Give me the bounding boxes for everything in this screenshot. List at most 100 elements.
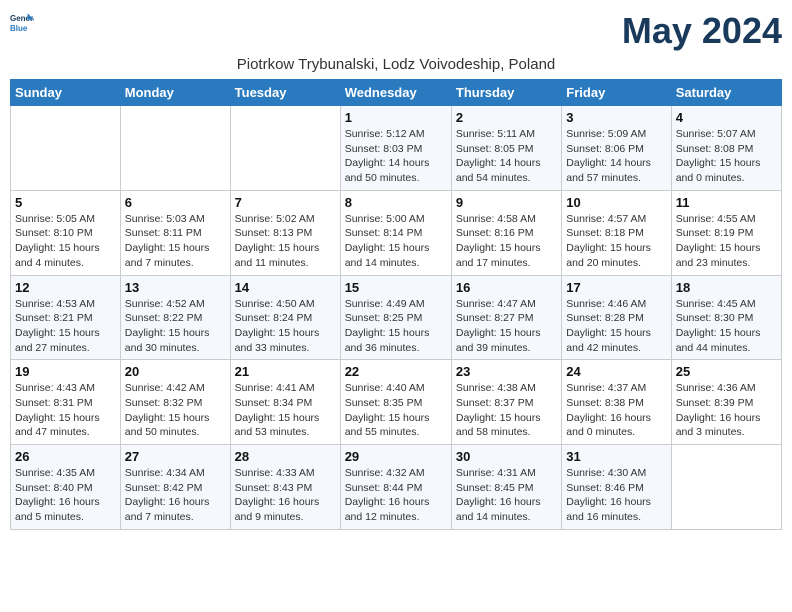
- day-number: 28: [235, 449, 336, 464]
- calendar-cell: 14Sunrise: 4:50 AM Sunset: 8:24 PM Dayli…: [230, 275, 340, 360]
- day-number: 25: [676, 364, 777, 379]
- calendar-cell: 2Sunrise: 5:11 AM Sunset: 8:05 PM Daylig…: [451, 106, 561, 191]
- day-number: 24: [566, 364, 666, 379]
- day-number: 17: [566, 280, 666, 295]
- weekday-header: Wednesday: [340, 80, 451, 106]
- day-info: Sunrise: 5:11 AM Sunset: 8:05 PM Dayligh…: [456, 127, 557, 186]
- day-info: Sunrise: 4:34 AM Sunset: 8:42 PM Dayligh…: [125, 466, 226, 525]
- calendar-cell: 7 Sunrise: 5:02 AM Sunset: 8:13 PM Daylig…: [230, 190, 340, 275]
- day-info: Sunrise: 4:33 AM Sunset: 8:43 PM Dayligh…: [235, 466, 336, 525]
- calendar-cell: 8Sunrise: 5:00 AM Sunset: 8:14 PM Daylig…: [340, 190, 451, 275]
- calendar-week-row: 12 Sunrise: 4:53 AM Sunset: 8:21 PM Dayli…: [11, 275, 782, 360]
- calendar-cell: 10 Sunrise: 4:57 AM Sunset: 8:18 PM Dayli…: [562, 190, 671, 275]
- day-info: Sunrise: 4:42 AM Sunset: 8:32 PM Dayligh…: [125, 381, 226, 440]
- weekday-header: Saturday: [671, 80, 781, 106]
- day-number: 20: [125, 364, 226, 379]
- day-info: Sunrise: 4:31 AM Sunset: 8:45 PM Dayligh…: [456, 466, 557, 525]
- day-info: Sunrise: 4:37 AM Sunset: 8:38 PM Dayligh…: [566, 381, 666, 440]
- weekday-header: Thursday: [451, 80, 561, 106]
- weekday-header: Sunday: [11, 80, 121, 106]
- day-number: 30: [456, 449, 557, 464]
- day-info: Sunrise: 4:58 AM Sunset: 8:16 PM Dayligh…: [456, 212, 557, 271]
- calendar-cell: 15 Sunrise: 4:49 AM Sunset: 8:25 PM Dayli…: [340, 275, 451, 360]
- calendar-cell: 18 Sunrise: 4:45 AM Sunset: 8:30 PM Dayli…: [671, 275, 781, 360]
- day-info: Sunrise: 5:02 AM Sunset: 8:13 PM Dayligh…: [235, 212, 336, 271]
- calendar-cell: 21 Sunrise: 4:41 AM Sunset: 8:34 PM Dayli…: [230, 360, 340, 445]
- day-number: 3: [566, 110, 666, 125]
- location-title: Piotrkow Trybunalski, Lodz Voivodeship, …: [10, 56, 782, 73]
- calendar-week-row: 26Sunrise: 4:35 AM Sunset: 8:40 PM Dayli…: [11, 445, 782, 530]
- calendar-cell: 30 Sunrise: 4:31 AM Sunset: 8:45 PM Dayli…: [451, 445, 561, 530]
- day-number: 1: [345, 110, 447, 125]
- calendar-week-row: 5 Sunrise: 5:05 AM Sunset: 8:10 PM Daylig…: [11, 190, 782, 275]
- day-number: 22: [345, 364, 447, 379]
- calendar-cell: 13 Sunrise: 4:52 AM Sunset: 8:22 PM Dayli…: [120, 275, 230, 360]
- calendar-cell: 23Sunrise: 4:38 AM Sunset: 8:37 PM Dayli…: [451, 360, 561, 445]
- calendar-cell: 20 Sunrise: 4:42 AM Sunset: 8:32 PM Dayli…: [120, 360, 230, 445]
- calendar-cell: 12 Sunrise: 4:53 AM Sunset: 8:21 PM Dayli…: [11, 275, 121, 360]
- calendar-cell: 25 Sunrise: 4:36 AM Sunset: 8:39 PM Dayli…: [671, 360, 781, 445]
- day-info: Sunrise: 4:49 AM Sunset: 8:25 PM Dayligh…: [345, 297, 447, 356]
- day-number: 10: [566, 195, 666, 210]
- day-info: Sunrise: 4:47 AM Sunset: 8:27 PM Dayligh…: [456, 297, 557, 356]
- calendar-cell: 16Sunrise: 4:47 AM Sunset: 8:27 PM Dayli…: [451, 275, 561, 360]
- calendar-cell: 22 Sunrise: 4:40 AM Sunset: 8:35 PM Dayli…: [340, 360, 451, 445]
- calendar-cell: [230, 106, 340, 191]
- calendar-cell: 31 Sunrise: 4:30 AM Sunset: 8:46 PM Dayli…: [562, 445, 671, 530]
- day-info: Sunrise: 4:32 AM Sunset: 8:44 PM Dayligh…: [345, 466, 447, 525]
- day-number: 31: [566, 449, 666, 464]
- weekday-header: Monday: [120, 80, 230, 106]
- weekday-header: Friday: [562, 80, 671, 106]
- title-section: May 2024: [622, 10, 782, 52]
- calendar-week-row: 19 Sunrise: 4:43 AM Sunset: 8:31 PM Dayli…: [11, 360, 782, 445]
- day-number: 15: [345, 280, 447, 295]
- day-info: Sunrise: 4:43 AM Sunset: 8:31 PM Dayligh…: [15, 381, 116, 440]
- weekday-header-row: SundayMondayTuesdayWednesdayThursdayFrid…: [11, 80, 782, 106]
- day-info: Sunrise: 4:36 AM Sunset: 8:39 PM Dayligh…: [676, 381, 777, 440]
- calendar-cell: 11 Sunrise: 4:55 AM Sunset: 8:19 PM Dayli…: [671, 190, 781, 275]
- day-number: 8: [345, 195, 447, 210]
- day-number: 29: [345, 449, 447, 464]
- svg-text:Blue: Blue: [10, 24, 28, 33]
- day-number: 21: [235, 364, 336, 379]
- calendar-cell: 24 Sunrise: 4:37 AM Sunset: 8:38 PM Dayli…: [562, 360, 671, 445]
- day-info: Sunrise: 4:53 AM Sunset: 8:21 PM Dayligh…: [15, 297, 116, 356]
- day-info: Sunrise: 4:40 AM Sunset: 8:35 PM Dayligh…: [345, 381, 447, 440]
- day-number: 9: [456, 195, 557, 210]
- day-number: 5: [15, 195, 116, 210]
- calendar-cell: [11, 106, 121, 191]
- day-number: 7: [235, 195, 336, 210]
- day-number: 13: [125, 280, 226, 295]
- calendar-cell: 17Sunrise: 4:46 AM Sunset: 8:28 PM Dayli…: [562, 275, 671, 360]
- day-info: Sunrise: 4:52 AM Sunset: 8:22 PM Dayligh…: [125, 297, 226, 356]
- logo-icon: General Blue: [10, 10, 34, 34]
- day-info: Sunrise: 4:30 AM Sunset: 8:46 PM Dayligh…: [566, 466, 666, 525]
- day-number: 26: [15, 449, 116, 464]
- day-number: 27: [125, 449, 226, 464]
- day-number: 11: [676, 195, 777, 210]
- day-number: 18: [676, 280, 777, 295]
- calendar-cell: 6 Sunrise: 5:03 AM Sunset: 8:11 PM Daylig…: [120, 190, 230, 275]
- calendar-cell: 1Sunrise: 5:12 AM Sunset: 8:03 PM Daylig…: [340, 106, 451, 191]
- page-header: General Blue May 2024: [10, 10, 782, 52]
- day-info: Sunrise: 4:45 AM Sunset: 8:30 PM Dayligh…: [676, 297, 777, 356]
- weekday-header: Tuesday: [230, 80, 340, 106]
- calendar-cell: 28 Sunrise: 4:33 AM Sunset: 8:43 PM Dayli…: [230, 445, 340, 530]
- day-info: Sunrise: 5:03 AM Sunset: 8:11 PM Dayligh…: [125, 212, 226, 271]
- day-info: Sunrise: 5:05 AM Sunset: 8:10 PM Dayligh…: [15, 212, 116, 271]
- day-number: 12: [15, 280, 116, 295]
- calendar-cell: 27 Sunrise: 4:34 AM Sunset: 8:42 PM Dayli…: [120, 445, 230, 530]
- logo: General Blue: [10, 10, 34, 34]
- day-info: Sunrise: 4:57 AM Sunset: 8:18 PM Dayligh…: [566, 212, 666, 271]
- day-number: 19: [15, 364, 116, 379]
- calendar-cell: 5 Sunrise: 5:05 AM Sunset: 8:10 PM Daylig…: [11, 190, 121, 275]
- day-number: 14: [235, 280, 336, 295]
- month-title: May 2024: [622, 10, 782, 52]
- day-number: 6: [125, 195, 226, 210]
- day-info: Sunrise: 4:55 AM Sunset: 8:19 PM Dayligh…: [676, 212, 777, 271]
- calendar-cell: [120, 106, 230, 191]
- calendar-cell: 26Sunrise: 4:35 AM Sunset: 8:40 PM Dayli…: [11, 445, 121, 530]
- day-info: Sunrise: 4:41 AM Sunset: 8:34 PM Dayligh…: [235, 381, 336, 440]
- calendar-cell: 19 Sunrise: 4:43 AM Sunset: 8:31 PM Dayli…: [11, 360, 121, 445]
- day-info: Sunrise: 5:09 AM Sunset: 8:06 PM Dayligh…: [566, 127, 666, 186]
